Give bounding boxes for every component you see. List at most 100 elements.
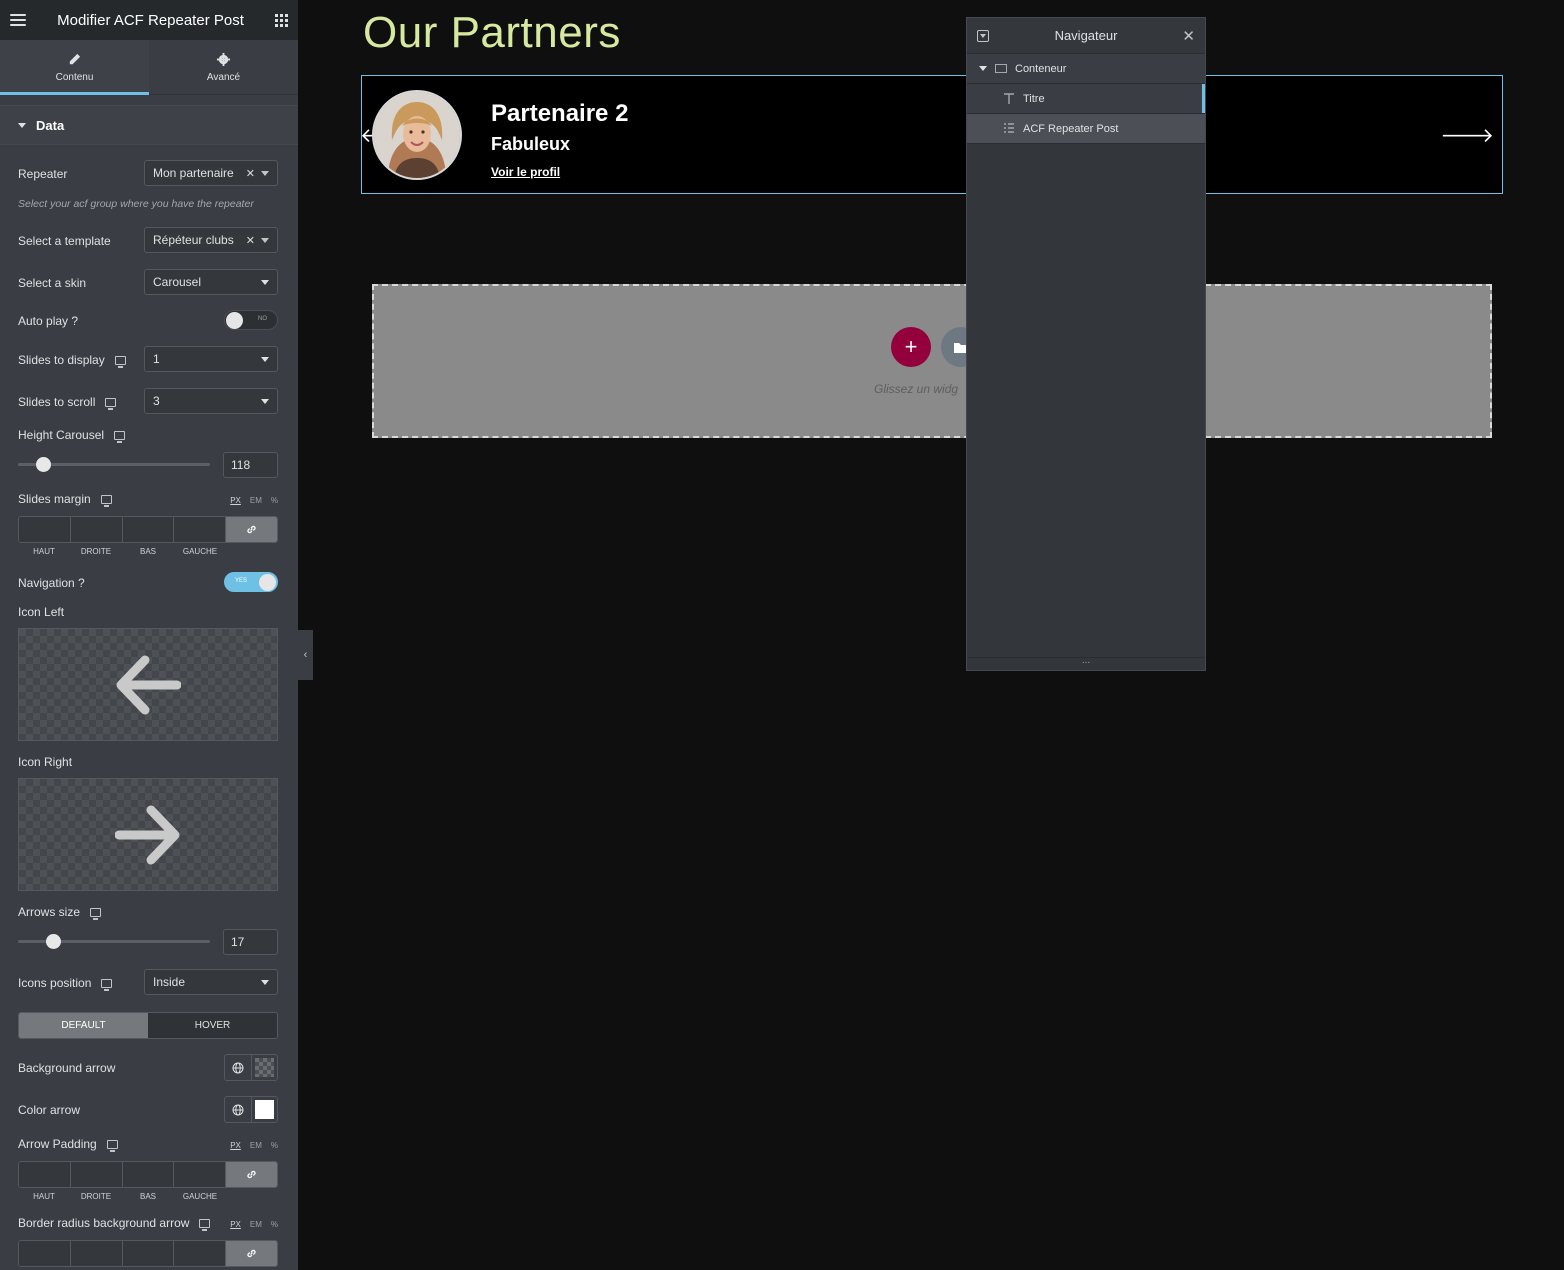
widgets-grid-icon[interactable] — [275, 13, 288, 27]
arrows-size-text: Arrows size — [18, 905, 81, 919]
caret-down-icon[interactable] — [979, 66, 987, 71]
padding-left-input[interactable] — [174, 1162, 227, 1187]
desktop-icon[interactable] — [106, 1139, 118, 1152]
collapse-all-icon[interactable] — [977, 30, 989, 42]
link-icon[interactable] — [226, 1162, 277, 1187]
bg-arrow-label: Background arrow — [18, 1061, 116, 1075]
navigator-item-label: ACF Repeater Post — [1023, 122, 1119, 135]
empty-drop-zone[interactable]: + Glissez un widg — [372, 284, 1492, 438]
desktop-icon[interactable] — [199, 1218, 211, 1231]
radius-left-input[interactable] — [174, 1241, 227, 1266]
height-input[interactable]: 118 — [223, 452, 278, 478]
icon-right-control: Icon Right — [18, 755, 278, 892]
margin-top-input[interactable] — [19, 517, 71, 542]
gear-icon — [216, 52, 231, 66]
color-swatch[interactable] — [252, 1097, 278, 1122]
bg-arrow-color-picker — [224, 1054, 278, 1081]
skin-select[interactable]: Carousel — [144, 269, 278, 295]
navigator-header[interactable]: Navigateur ✕ — [967, 18, 1205, 54]
partner-profile-link[interactable]: Voir le profil — [491, 165, 560, 179]
height-label: Height Carousel — [18, 428, 126, 443]
slides-scroll-text: Slides to scroll — [18, 395, 96, 409]
arrow-left-icon — [116, 655, 181, 714]
icon-right-picker[interactable] — [18, 778, 278, 891]
padding-right-input[interactable] — [70, 1162, 123, 1187]
panel-title: Modifier ACF Repeater Post — [57, 11, 244, 29]
unit-percent[interactable]: % — [271, 1141, 278, 1150]
margin-right-input[interactable] — [70, 517, 123, 542]
close-icon[interactable]: ✕ — [1182, 27, 1195, 45]
link-icon[interactable] — [226, 517, 277, 542]
repeater-select[interactable]: Mon partenaire ✕ — [144, 160, 278, 186]
slides-scroll-select[interactable]: 3 — [144, 388, 278, 414]
unit-px[interactable]: PX — [230, 496, 241, 505]
unit-switcher: PX EM % — [230, 1141, 278, 1150]
navigator-item-acf-repeater[interactable]: ACF Repeater Post — [967, 114, 1205, 144]
partner-carousel[interactable]: 🡐 Partenaire 2 Fabuleux Voir le profil 🡒 — [360, 75, 1503, 194]
radius-dimensions — [18, 1240, 278, 1267]
dim-top-label: HAUT — [33, 547, 55, 556]
arrows-size-input[interactable]: 17 — [223, 929, 278, 955]
unit-px[interactable]: PX — [230, 1220, 241, 1229]
unit-em[interactable]: EM — [250, 1220, 262, 1229]
dimension-labels: HAUT DROITE BAS GAUCHE — [18, 1192, 226, 1201]
arrows-size-control: Arrows size 17 — [18, 905, 278, 955]
link-icon[interactable] — [226, 1241, 277, 1266]
arrows-size-slider[interactable] — [18, 934, 210, 949]
margin-left-input[interactable] — [174, 517, 227, 542]
chevron-down-icon — [261, 237, 269, 243]
unit-percent[interactable]: % — [271, 496, 278, 505]
desktop-icon[interactable] — [101, 978, 113, 991]
navigator-resize-handle[interactable]: ... — [967, 656, 1205, 670]
slides-display-select[interactable]: 1 — [144, 346, 278, 372]
state-tabs-control: DEFAULT HOVER — [18, 1012, 278, 1039]
partner-name: Partenaire 2 — [491, 100, 629, 127]
tab-content-label: Contenu — [55, 71, 94, 83]
tab-content[interactable]: Contenu — [0, 40, 149, 95]
slider-thumb[interactable] — [35, 457, 51, 472]
unit-em[interactable]: EM — [250, 1141, 262, 1150]
height-slider[interactable] — [18, 457, 210, 472]
collapse-panel-button[interactable]: ‹ — [298, 630, 313, 680]
globe-icon[interactable] — [225, 1055, 252, 1080]
desktop-icon[interactable] — [100, 494, 112, 507]
unit-percent[interactable]: % — [271, 1220, 278, 1229]
color-swatch[interactable] — [252, 1055, 278, 1080]
tab-hover[interactable]: HOVER — [148, 1013, 277, 1038]
radius-right-input[interactable] — [70, 1241, 123, 1266]
slider-thumb[interactable] — [46, 934, 62, 949]
dim-bottom-label: BAS — [139, 547, 156, 556]
navigator-item-title[interactable]: Titre — [967, 84, 1205, 114]
desktop-icon[interactable] — [90, 907, 102, 920]
border-radius-label: Border radius background arrow — [18, 1216, 211, 1231]
transparent-swatch — [254, 1058, 274, 1077]
section-data-header[interactable]: Data — [0, 105, 298, 145]
padding-top-input[interactable] — [19, 1162, 71, 1187]
navigation-toggle[interactable]: YES — [224, 572, 278, 592]
unit-switcher: PX EM % — [230, 1220, 278, 1229]
padding-bottom-input[interactable] — [122, 1162, 175, 1187]
unit-px[interactable]: PX — [230, 1141, 241, 1150]
margin-bottom-input[interactable] — [122, 517, 175, 542]
unit-em[interactable]: EM — [250, 496, 262, 505]
desktop-icon[interactable] — [114, 355, 126, 368]
autoplay-toggle[interactable]: NO — [224, 310, 278, 330]
desktop-icon[interactable] — [105, 397, 117, 410]
icons-position-select[interactable]: Inside — [144, 969, 278, 995]
toggle-knob — [226, 312, 243, 329]
radius-top-input[interactable] — [19, 1241, 71, 1266]
menu-icon[interactable] — [10, 14, 26, 26]
radius-bottom-input[interactable] — [122, 1241, 175, 1266]
globe-icon[interactable] — [225, 1097, 252, 1122]
navigator-item-container[interactable]: Conteneur — [967, 54, 1205, 84]
autoplay-control: Auto play ? NO — [18, 310, 278, 332]
add-section-button[interactable]: + — [891, 327, 931, 367]
desktop-icon[interactable] — [114, 430, 126, 443]
clear-icon[interactable]: ✕ — [246, 167, 255, 180]
dim-left-label: GAUCHE — [182, 1192, 218, 1201]
template-select[interactable]: Répéteur clubs ✕ — [144, 227, 278, 253]
clear-icon[interactable]: ✕ — [246, 234, 255, 247]
icon-left-picker[interactable] — [18, 628, 278, 741]
tab-advanced[interactable]: Avancé — [149, 40, 298, 94]
tab-default[interactable]: DEFAULT — [19, 1013, 148, 1038]
